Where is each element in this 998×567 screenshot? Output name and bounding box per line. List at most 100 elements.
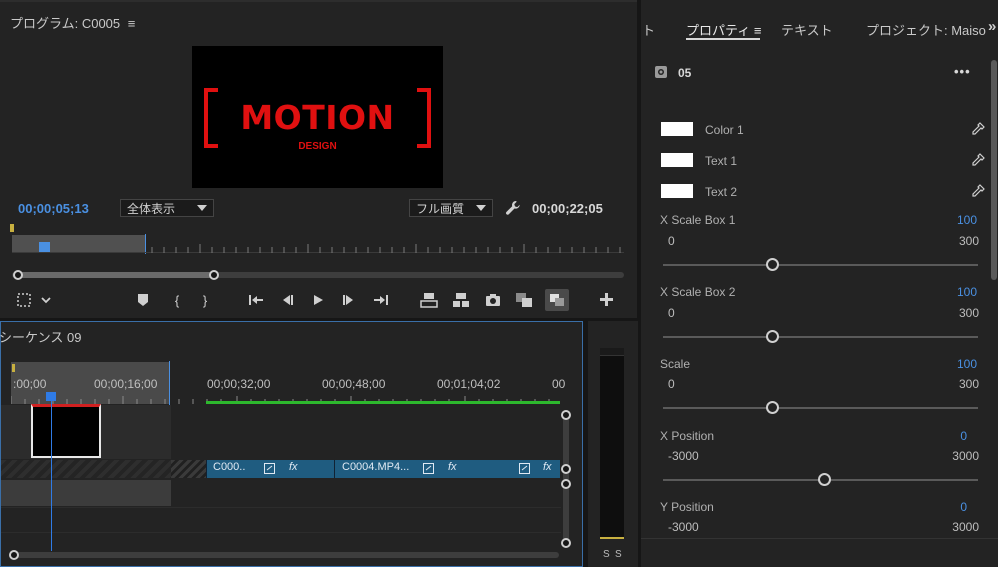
slider-max: 300	[958, 377, 979, 391]
slider-value[interactable]: 0	[960, 429, 967, 443]
color-swatch-2[interactable]	[661, 153, 693, 167]
add-button-icon[interactable]	[600, 293, 613, 309]
slider-knob[interactable]	[766, 258, 779, 271]
timeline-panel: シーケンス 09 :00;00 00;00;16;00 00;00;32;00 …	[0, 321, 583, 567]
slider-min: 0	[668, 306, 675, 320]
meter-peak	[600, 348, 624, 356]
extract-icon[interactable]	[452, 292, 470, 311]
timeline-playhead-line	[51, 401, 52, 551]
timeline-playhead-handle[interactable]	[46, 392, 56, 401]
mark-in-icon[interactable]: {	[168, 291, 186, 309]
current-timecode[interactable]: 00;00;05;13	[18, 201, 89, 216]
duration-timecode: 00;00;22;05	[532, 201, 603, 216]
zoom-handle-left[interactable]	[13, 270, 23, 280]
step-back-icon[interactable]	[280, 293, 294, 310]
fx-badge: fx	[448, 461, 457, 473]
more-options-icon[interactable]: •••	[954, 64, 971, 79]
go-to-in-icon[interactable]	[248, 293, 264, 310]
slider-max: 300	[958, 306, 979, 320]
slider-min: 0	[668, 234, 675, 248]
go-to-out-icon[interactable]	[373, 293, 389, 310]
zoom-handle-right[interactable]	[209, 270, 219, 280]
program-monitor-panel: プログラム: C0005 ≡ MOTION DESIGN 00;00;05;13…	[0, 0, 637, 318]
add-marker-icon[interactable]	[137, 293, 149, 310]
ruler-label-1: 00;00;16;00	[94, 377, 158, 391]
proxy-toggle-button[interactable]	[545, 289, 569, 311]
properties-scrollbar[interactable]	[991, 60, 997, 280]
slider-value[interactable]: 100	[957, 285, 977, 299]
timeline-h-scrollbar[interactable]	[13, 552, 559, 558]
proxy-icon	[550, 294, 564, 306]
track-scroll-handle-bottom[interactable]	[561, 538, 571, 548]
color-swatch-3[interactable]	[661, 184, 693, 198]
chevron-down-icon[interactable]	[40, 294, 52, 309]
in-point-marker[interactable]	[10, 224, 14, 232]
tabs-overflow-icon[interactable]: »	[988, 18, 996, 35]
mark-out-icon[interactable]: }	[196, 291, 214, 309]
solo-right-label[interactable]: S	[615, 549, 622, 560]
timeline-h-handle[interactable]	[9, 550, 19, 560]
track-scroll-handle-top[interactable]	[561, 410, 571, 420]
program-title-text: プログラム: C0005	[10, 16, 121, 31]
color-label-3: Text 2	[705, 185, 738, 199]
track-scroll-handle[interactable]	[561, 464, 571, 474]
slider-value[interactable]: 100	[957, 213, 977, 227]
zoom-dropdown[interactable]: 全体表示	[120, 199, 214, 217]
track-divider	[1, 507, 561, 508]
link-icon	[423, 463, 434, 477]
program-title[interactable]: プログラム: C0005 ≡	[10, 13, 135, 32]
play-icon[interactable]	[311, 293, 325, 310]
zoom-scrollbar-thumb[interactable]	[18, 272, 214, 278]
color-label-2: Text 1	[705, 154, 738, 168]
thumbnail-clip[interactable]	[31, 404, 101, 458]
mini-ruler-ticks	[151, 244, 621, 253]
lift-icon[interactable]	[420, 292, 438, 311]
slider-min: -3000	[668, 449, 699, 463]
panel-menu-icon[interactable]: ≡	[128, 16, 136, 31]
slider-value[interactable]: 0	[960, 500, 967, 514]
safe-margins-icon[interactable]	[16, 292, 32, 311]
slider-min: 0	[668, 377, 675, 391]
tab-effects[interactable]: ト	[642, 20, 655, 39]
link-icon	[264, 463, 275, 477]
video-preview[interactable]: MOTION DESIGN	[192, 46, 443, 188]
tab-properties[interactable]: プロパティ ≡	[686, 20, 761, 39]
wrench-icon[interactable]	[505, 200, 521, 219]
zoom-dropdown-label: 全体表示	[127, 201, 176, 216]
ruler-label-0: :00;00	[13, 377, 47, 391]
color-swatch-1[interactable]	[661, 122, 693, 136]
fx-badge: fx	[289, 461, 298, 473]
render-bar-green	[206, 401, 560, 404]
layer-name: 05	[678, 66, 692, 80]
slider-knob[interactable]	[766, 330, 779, 343]
tab-project[interactable]: プロジェクト: Maisor	[866, 20, 986, 39]
slider-knob[interactable]	[766, 401, 779, 414]
track-divider	[1, 532, 561, 533]
slider-track[interactable]	[663, 407, 978, 409]
slider-track[interactable]	[663, 264, 978, 266]
slider-knob[interactable]	[818, 473, 831, 486]
compare-view-icon[interactable]	[515, 292, 533, 311]
slider-value[interactable]: 100	[957, 357, 977, 371]
eyedropper-icon[interactable]	[971, 122, 985, 139]
track-scroll-handle[interactable]	[561, 479, 571, 489]
fx-badge: fx	[543, 461, 552, 473]
slider-label: Y Position	[660, 500, 714, 514]
slider-track[interactable]	[663, 336, 978, 338]
step-forward-icon[interactable]	[342, 293, 356, 310]
eyedropper-icon[interactable]	[971, 184, 985, 201]
eyedropper-icon[interactable]	[971, 153, 985, 170]
active-tab-underline	[686, 38, 760, 40]
audio-meter-panel: S S	[588, 321, 638, 567]
tab-text[interactable]: テキスト	[781, 20, 833, 39]
camera-icon[interactable]	[485, 293, 501, 310]
solo-left-label[interactable]: S	[603, 549, 610, 560]
sequence-tab[interactable]: シーケンス 09	[0, 327, 81, 346]
slider-label: X Scale Box 2	[660, 285, 736, 299]
quality-dropdown[interactable]: フル画質	[409, 199, 493, 217]
ruler-label-5: 00	[552, 377, 566, 391]
sequence-in-marker[interactable]	[12, 364, 15, 372]
audio-track-1	[1, 480, 171, 506]
slider-label: X Scale Box 1	[660, 213, 736, 227]
ruler-label-2: 00;00;32;00	[207, 377, 271, 391]
